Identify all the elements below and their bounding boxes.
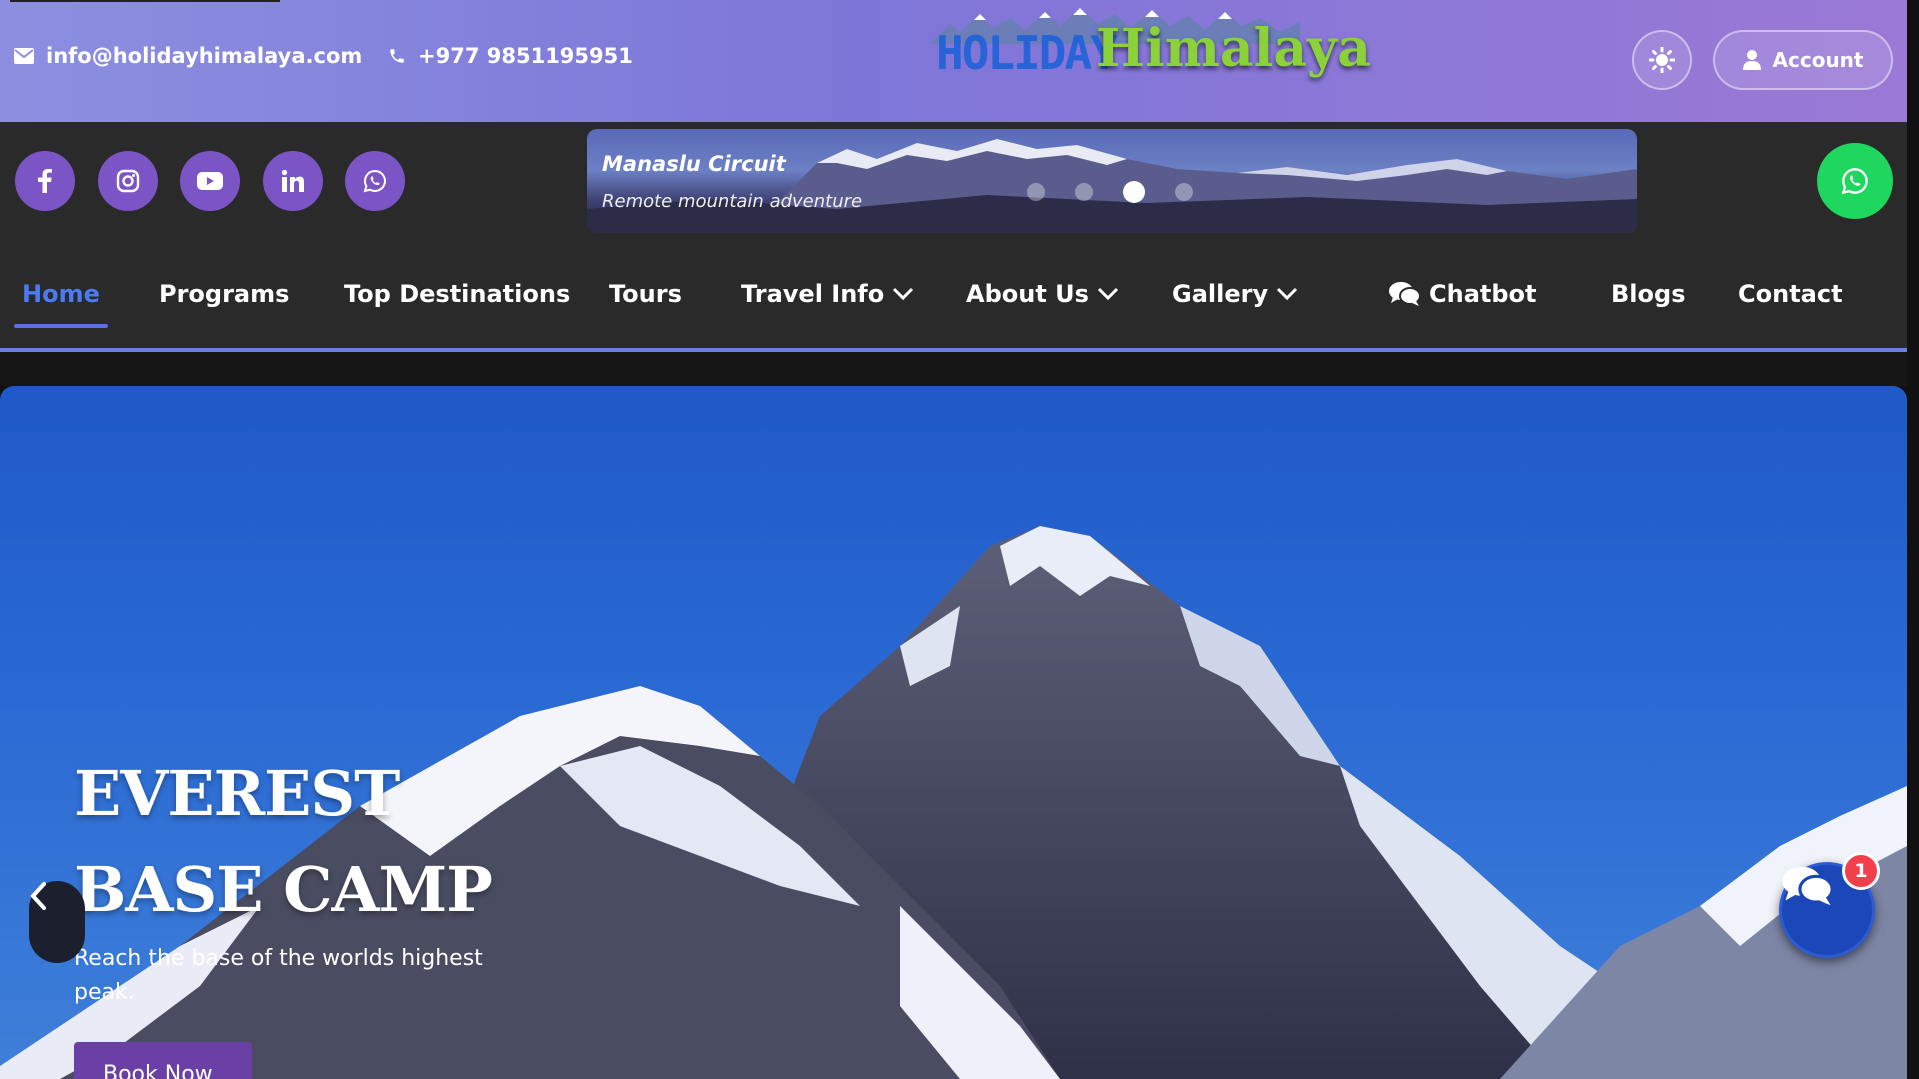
hero-slider: EVEREST BASE CAMP Reach the base of the … [0,386,1907,1079]
chat-icon [1389,282,1421,306]
nav-item-label: About Us [966,280,1089,308]
section-spacer [0,352,1907,386]
ticker-title: Manaslu Circuit [602,152,786,176]
ticker-dot[interactable] [1027,183,1045,201]
account-button[interactable]: Account [1713,30,1893,90]
social-bar: Manaslu Circuit Remote mountain adventur… [0,122,1907,240]
whatsapp-icon [363,169,386,193]
linkedin-button[interactable] [263,151,323,211]
phone-icon [390,49,404,63]
nav-item-about-us[interactable]: About Us [966,280,1119,308]
nav-item-label: Programs [159,280,290,308]
nav-item-label: Home [22,280,100,308]
linkedin-icon [282,170,304,192]
phone-link[interactable]: +977 9851195951 [388,44,633,68]
chevron-down-icon [1277,287,1298,301]
whatsapp-icon [1841,168,1868,195]
ticker-subtitle: Remote mountain adventure [602,191,863,212]
instagram-icon [116,169,140,193]
nav-item-label: Gallery [1172,280,1269,308]
nav-item-home[interactable]: Home [14,280,108,328]
phone-text: +977 9851195951 [418,44,633,68]
ticker-dot[interactable] [1075,183,1093,201]
facebook-button[interactable] [15,151,75,211]
nav-item-travel-info[interactable]: Travel Info [741,280,914,308]
ticker-dot[interactable] [1175,183,1193,201]
nav-item-label: Contact [1738,280,1843,308]
logo-text-himalaya: Himalaya [1096,18,1371,79]
top-bar: info@holidayhimalaya.com +977 9851195951… [0,0,1907,122]
notification-badge: 1 [1842,852,1880,890]
loading-bar [10,0,280,2]
email-link[interactable]: info@holidayhimalaya.com [14,44,362,68]
slider-prev-button[interactable] [29,881,85,963]
user-icon [1742,50,1761,70]
nav-item-tours[interactable]: Tours [609,280,682,308]
nav-item-label: Top Destinations [344,280,571,308]
ticker-pagination [1027,181,1193,203]
nav-item-label: Travel Info [741,280,885,308]
instagram-button[interactable] [98,151,158,211]
nav-item-top-destinations[interactable]: Top Destinations [344,280,570,308]
chevron-left-icon [30,882,46,910]
logo-text-holiday: HOLIDAY [936,26,1118,80]
account-label: Account [1772,48,1864,72]
youtube-button[interactable] [180,151,240,211]
chevron-down-icon [893,287,914,301]
sun-icon [1649,47,1675,73]
nav-item-label: Chatbot [1429,280,1537,308]
chat-icon [1782,866,1834,906]
youtube-icon [197,172,223,190]
nav-item-label: Tours [609,280,682,308]
email-text: info@holidayhimalaya.com [46,44,363,68]
book-now-button[interactable]: Book Now [74,1042,252,1079]
nav-item-label: Blogs [1611,280,1686,308]
whatsapp-float-button[interactable] [1817,143,1893,219]
site-logo[interactable]: HOLIDAY Himalaya [930,4,1371,104]
envelope-icon [14,48,34,64]
hero-description: Reach the base of the worlds highest pea… [74,946,483,1005]
nav-item-gallery[interactable]: Gallery [1172,280,1298,308]
destination-ticker[interactable]: Manaslu Circuit Remote mountain adventur… [587,129,1637,233]
nav-item-chatbot[interactable]: Chatbot [1389,280,1537,308]
ticker-dot[interactable] [1123,181,1145,203]
nav-item-contact[interactable]: Contact [1738,280,1843,308]
nav-item-blogs[interactable]: Blogs [1611,280,1685,308]
main-navigation: Home Programs Top Destinations Tours Tra… [0,240,1907,352]
facebook-icon [38,169,52,193]
theme-toggle-button[interactable] [1632,30,1692,90]
chevron-down-icon [1097,287,1118,301]
nav-item-programs[interactable]: Programs [159,280,289,308]
whatsapp-button[interactable] [345,151,405,211]
hero-title: EVEREST BASE CAMP [74,757,493,926]
